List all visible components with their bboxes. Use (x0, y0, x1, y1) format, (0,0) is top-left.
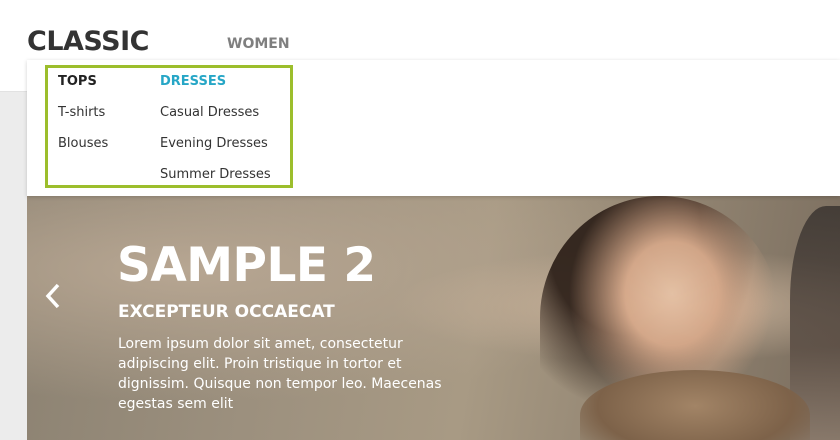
homepage-slider: SAMPLE 2 EXCEPTEUR OCCAECAT Lorem ipsum … (27, 196, 840, 440)
submenu-link-tshirts[interactable]: T-shirts (58, 105, 105, 120)
site-logo[interactable]: CLASSIC (27, 26, 149, 57)
submenu-link-summer-dresses[interactable]: Summer Dresses (160, 167, 271, 182)
submenu-link-blouses[interactable]: Blouses (58, 136, 108, 151)
slide-description: Lorem ipsum dolor sit amet, consectetur … (118, 336, 442, 412)
category-heading-dresses[interactable]: DRESSES (160, 74, 226, 89)
slide-subtitle: EXCEPTEUR OCCAECAT (118, 302, 335, 322)
submenu-link-casual-dresses[interactable]: Casual Dresses (160, 105, 259, 120)
chevron-left-icon[interactable] (39, 282, 67, 312)
submenu-link-evening-dresses[interactable]: Evening Dresses (160, 136, 268, 151)
women-dropdown-menu: TOPS T-shirts Blouses DRESSES Casual Dre… (27, 60, 840, 196)
nav-item-women[interactable]: WOMEN (227, 36, 290, 52)
category-heading-tops[interactable]: TOPS (58, 74, 97, 89)
slide-title: SAMPLE 2 (117, 238, 376, 293)
